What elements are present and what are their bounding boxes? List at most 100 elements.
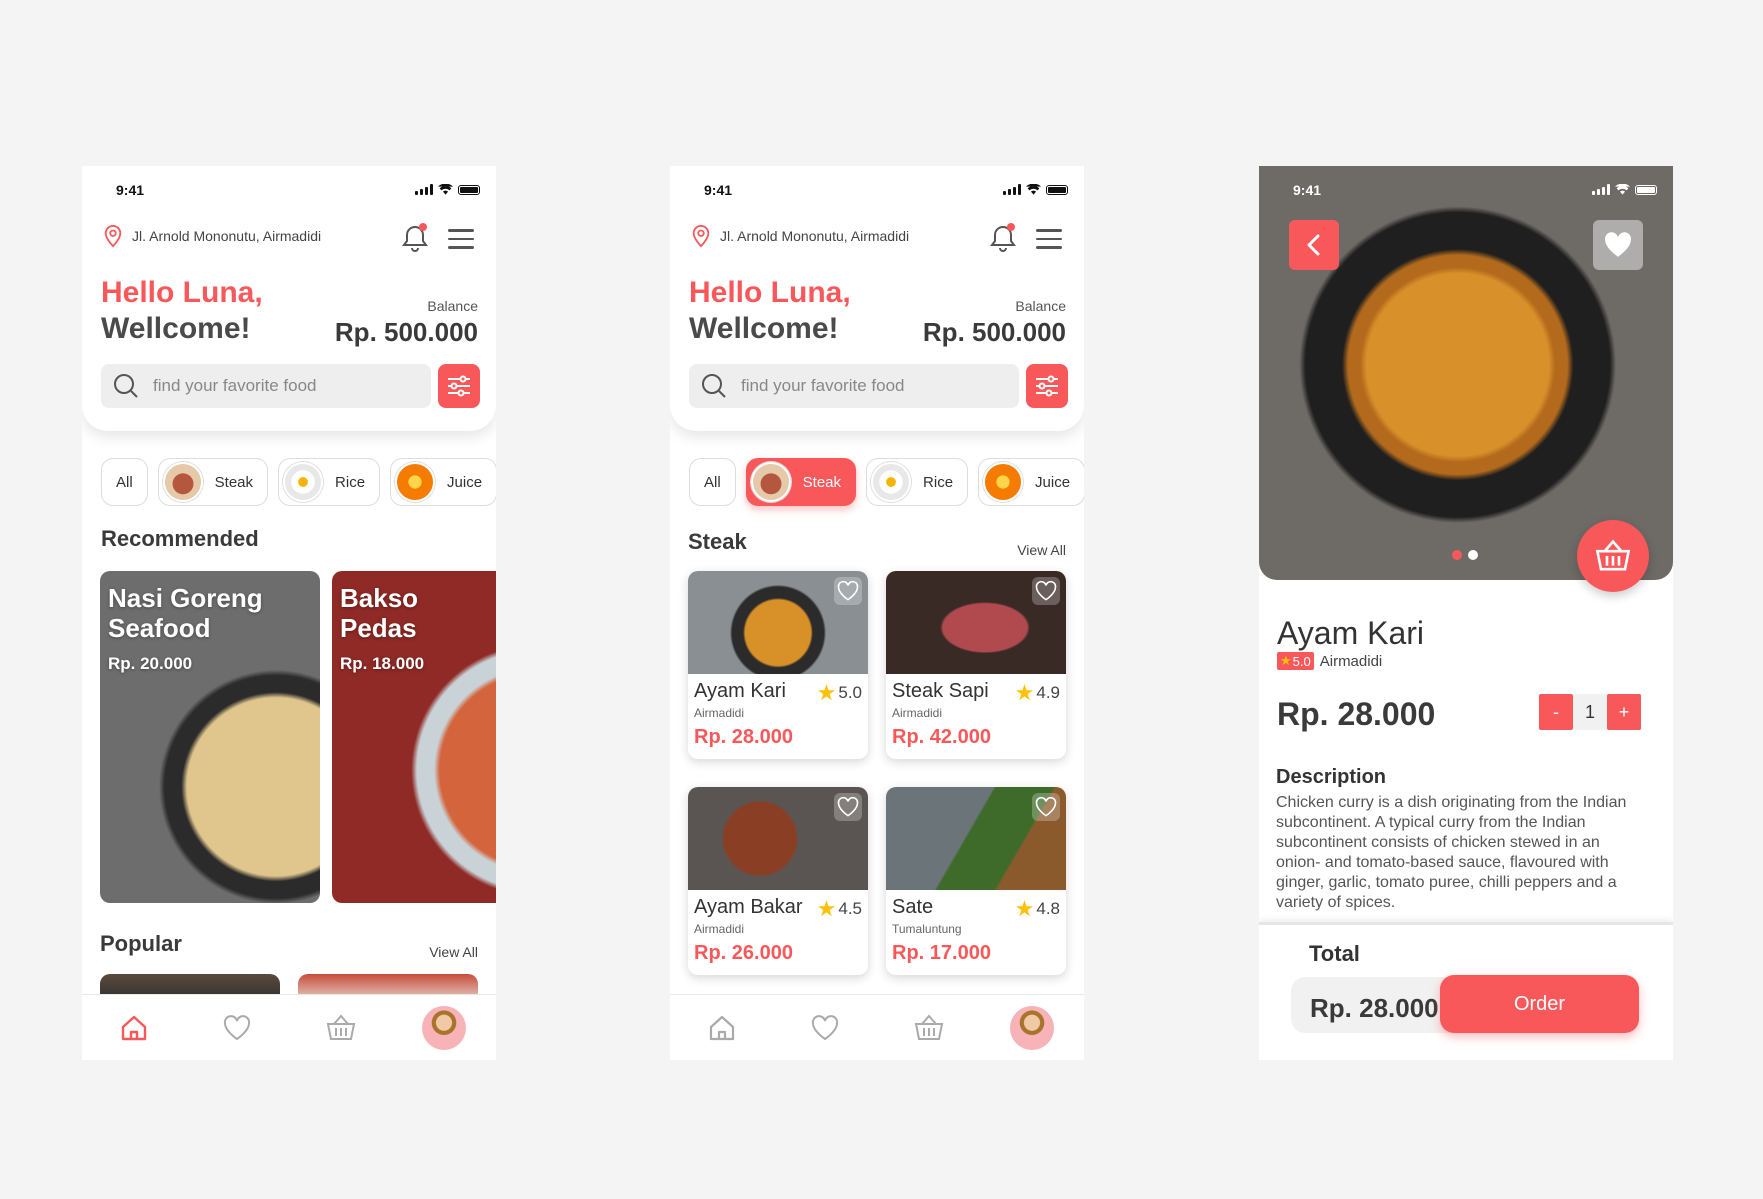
menu-button[interactable] (1036, 229, 1062, 255)
juice-thumb (983, 462, 1024, 502)
view-all-link[interactable]: View All (1017, 542, 1066, 558)
back-button[interactable] (1289, 220, 1339, 270)
food-card[interactable]: Steak Sapi ★ 4.9 Airmadidi Rp. 42.000 (886, 571, 1066, 759)
location-text: Jl. Arnold Mononutu, Airmadidi (720, 228, 910, 244)
search-input[interactable]: find your favorite food (101, 364, 431, 408)
heart-icon (812, 1014, 839, 1040)
order-button[interactable]: Order (1440, 975, 1639, 1033)
filter-button[interactable] (438, 364, 480, 408)
food-card[interactable]: Sate ★ 4.8 Tumaluntung Rp. 17.000 (886, 787, 1066, 975)
home-icon (121, 1015, 146, 1040)
heart-icon (837, 796, 859, 817)
food-price: Rp. 28.000 (694, 726, 793, 748)
nav-profile[interactable] (1010, 1005, 1055, 1050)
search-input[interactable]: find your favorite food (689, 364, 1019, 408)
quantity-decrease-button[interactable]: - (1539, 694, 1573, 730)
category-chips: All Steak Rice Juice (101, 458, 496, 506)
balance-label: Balance (1015, 298, 1066, 314)
recommended-name: Bakso Pedas (340, 583, 419, 643)
category-chips: All Steak Rice Juice (689, 458, 1084, 506)
welcome-text: Wellcome! (689, 312, 839, 345)
location[interactable]: Jl. Arnold Mononutu, Airmadidi (690, 224, 909, 248)
food-location: Tumaluntung (892, 922, 962, 936)
rice-thumb (871, 462, 912, 502)
carousel-dots (1452, 550, 1478, 560)
food-rating: ★ 4.9 (1014, 680, 1060, 705)
status-time: 9:41 (116, 182, 145, 198)
recommended-card[interactable]: Nasi Goreng Seafood Rp. 20.000 (100, 571, 320, 903)
battery-icon (1635, 185, 1657, 195)
chevron-left-icon (1307, 234, 1320, 256)
search-icon (114, 374, 138, 398)
notification-dot (1007, 223, 1015, 231)
basket-icon (326, 1013, 355, 1040)
nav-cart[interactable] (319, 1006, 363, 1050)
notification-button[interactable] (400, 223, 430, 253)
food-image (886, 571, 1066, 674)
category-rice[interactable]: Rice (278, 458, 381, 506)
notification-dot (419, 223, 427, 231)
food-name: Ayam Kari (1277, 615, 1425, 651)
nav-home[interactable] (112, 1006, 156, 1050)
filter-button[interactable] (1026, 364, 1068, 408)
battery-icon (1046, 185, 1068, 195)
status-bar: 9:41 (1259, 180, 1673, 200)
heart-icon (1035, 796, 1057, 817)
view-all-link[interactable]: View All (429, 944, 478, 960)
category-steak[interactable]: Steak (745, 458, 857, 506)
recommended-title: Recommended (101, 526, 259, 551)
food-rating: ★ 4.5 (816, 896, 862, 921)
favorite-button[interactable] (1593, 220, 1643, 270)
signal-icon (1592, 184, 1610, 195)
total-label: Total (1309, 941, 1360, 966)
recommended-card[interactable]: Bakso Pedas Rp. 18.000 (332, 571, 496, 903)
search-icon (702, 374, 726, 398)
bottom-nav (670, 994, 1084, 1060)
favorite-button[interactable] (834, 793, 862, 821)
favorite-button[interactable] (1032, 793, 1060, 821)
food-price: Rp. 42.000 (892, 726, 991, 748)
quantity-stepper: - 1 + (1539, 694, 1641, 730)
recommended-price: Rp. 20.000 (108, 654, 193, 673)
balance-label: Balance (427, 298, 478, 314)
food-name: Ayam Bakar (694, 896, 803, 918)
food-name: Ayam Kari (694, 680, 786, 702)
category-steak[interactable]: Steak (157, 458, 269, 506)
category-juice[interactable]: Juice (390, 458, 496, 506)
home-icon (709, 1015, 734, 1040)
food-rating: ★ 5.0 Airmadidi (1277, 652, 1382, 670)
location-text: Jl. Arnold Mononutu, Airmadidi (132, 228, 322, 244)
recommended-name: Nasi Goreng Seafood (108, 583, 263, 643)
favorite-button[interactable] (1032, 577, 1060, 605)
home-header: 9:41 Jl. Arnold Mononutu, Airmadidi Hell… (82, 166, 496, 431)
favorite-button[interactable] (834, 577, 862, 605)
star-icon: ★ (816, 680, 837, 705)
quantity-increase-button[interactable]: + (1607, 694, 1641, 730)
balance-value: Rp. 500.000 (922, 317, 1066, 347)
avatar (422, 1005, 467, 1050)
notification-button[interactable] (988, 223, 1018, 253)
home-screen: 9:41 Jl. Arnold Mononutu, Airmadidi Hell… (82, 166, 496, 1060)
food-card[interactable]: Ayam Bakar ★ 4.5 Airmadidi Rp. 26.000 (688, 787, 868, 975)
star-icon: ★ (1014, 896, 1035, 921)
add-to-cart-button[interactable] (1577, 520, 1649, 592)
category-all[interactable]: All (101, 458, 148, 506)
category-rice[interactable]: Rice (866, 458, 969, 506)
menu-button[interactable] (448, 229, 474, 255)
nav-home[interactable] (700, 1006, 744, 1050)
nav-profile[interactable] (422, 1005, 467, 1050)
food-name: Sate (892, 896, 934, 918)
nav-favorites[interactable] (803, 1006, 847, 1050)
category-juice[interactable]: Juice (978, 458, 1084, 506)
star-icon: ★ (1280, 653, 1292, 668)
category-all[interactable]: All (689, 458, 736, 506)
description-text: Chicken curry is a dish originating from… (1276, 794, 1627, 911)
food-location: Airmadidi (694, 706, 745, 720)
nav-favorites[interactable] (215, 1006, 259, 1050)
wifi-icon (1615, 184, 1630, 195)
greeting: Hello Luna, (689, 276, 851, 309)
food-card[interactable]: Ayam Kari ★ 5.0 Airmadidi Rp. 28.000 (688, 571, 868, 759)
steak-thumb (162, 462, 203, 502)
nav-cart[interactable] (907, 1006, 951, 1050)
location[interactable]: Jl. Arnold Mononutu, Airmadidi (102, 224, 321, 248)
